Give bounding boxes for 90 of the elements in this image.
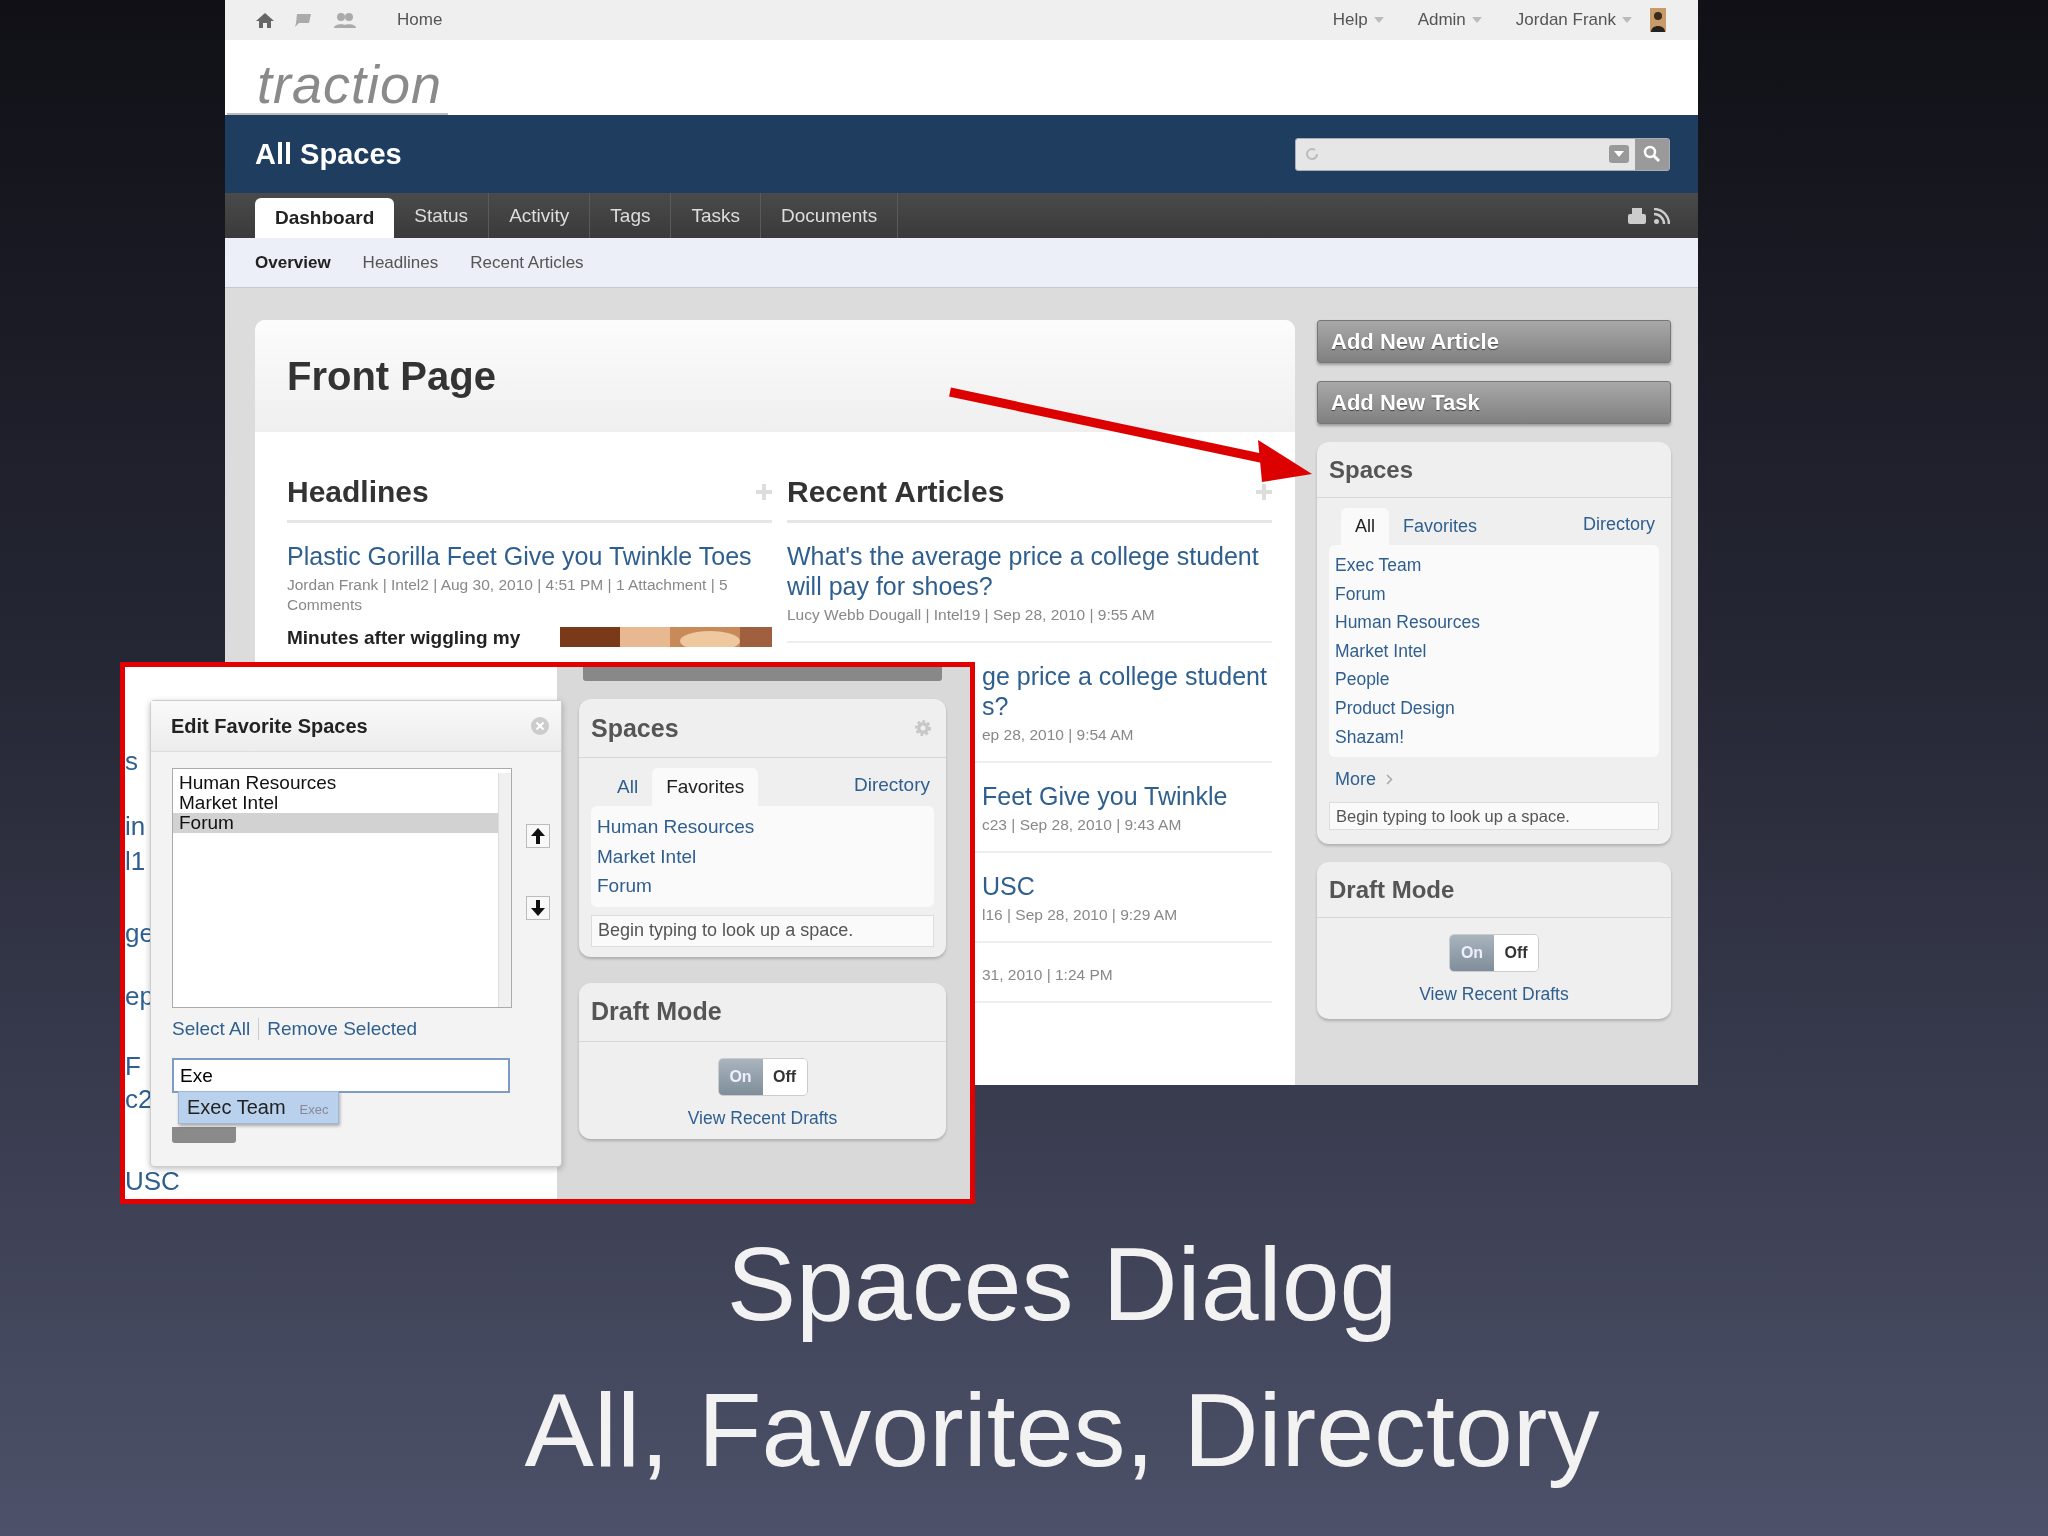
dialog-link[interactable]: Select All [172, 1018, 259, 1040]
search-field[interactable] [1295, 137, 1670, 171]
article-title[interactable]: ge price a college student s? [982, 661, 1272, 721]
panel-title: Spaces [591, 713, 679, 743]
space-lookup-field[interactable]: Begin typing to look up a space. [591, 914, 934, 947]
page-title: Front Page [287, 353, 496, 399]
article-title[interactable]: Plastic Gorilla Feet Give you Twinkle Toes [287, 541, 772, 571]
caret-icon [1373, 17, 1384, 23]
close-icon[interactable] [531, 717, 549, 735]
up-arrow-icon [531, 828, 545, 844]
recent-drafts-link[interactable]: View Recent Drafts [1419, 984, 1569, 1006]
spaces-tab[interactable]: All [603, 768, 653, 806]
article-title[interactable]: Feet Give you Twinkle [982, 781, 1272, 811]
page-fragment: l1 [125, 847, 146, 875]
subnav-link[interactable]: Recent Articles [470, 252, 584, 273]
space-link[interactable]: Shazam! [1335, 722, 1653, 752]
list-item[interactable]: Forum [173, 813, 498, 833]
settings-icon[interactable] [914, 719, 932, 737]
dialog-title: Edit Favorite Spaces [171, 714, 368, 738]
caret-icon [1471, 17, 1482, 23]
suggestion-label: Exec Team [187, 1096, 286, 1119]
dropdown-icon[interactable] [1609, 145, 1629, 163]
toggle-option[interactable]: Off [1494, 935, 1538, 972]
down-arrow-icon [531, 900, 545, 916]
article-meta: Lucy Webb Dougall | Intel19 | Sep 28, 2010 | 9:55 AM [787, 605, 1156, 625]
page-fragment: in [125, 812, 146, 840]
page-fragment: s [125, 747, 138, 775]
top-menu[interactable]: Admin [1417, 10, 1482, 30]
suggestion-hint: Exec [299, 1102, 329, 1117]
move-down-button[interactable] [526, 896, 550, 920]
recent-drafts-link[interactable]: View Recent Drafts [687, 1107, 838, 1129]
nav-tab[interactable]: Dashboard [255, 198, 395, 238]
directory-link[interactable]: Directory [1583, 514, 1655, 545]
panel-title: Spaces [1329, 455, 1414, 484]
list-item[interactable]: Human Resources [173, 773, 498, 793]
breadcrumb-link[interactable]: Home [397, 10, 443, 30]
avatar-icon[interactable] [1650, 8, 1666, 32]
search-button[interactable] [1635, 138, 1669, 170]
space-link[interactable]: Human Resources [1335, 608, 1653, 637]
home-icon[interactable] [255, 11, 275, 29]
space-link[interactable]: Market Intel [597, 841, 928, 871]
section-heading: Headlines [287, 474, 429, 510]
space-input-field[interactable]: Exe [172, 1058, 510, 1093]
directory-link[interactable]: Directory [854, 774, 930, 806]
search-icon [1643, 145, 1661, 163]
article-meta: ep 28, 2010 | 9:54 AM [982, 725, 1135, 745]
spaces-tab[interactable]: All [1341, 508, 1389, 545]
article-meta: 31, 2010 | 1:24 PM [982, 965, 1114, 985]
panel-title: Draft Mode [591, 997, 722, 1026]
caret-icon [1622, 17, 1632, 23]
spaces-tab[interactable]: Favorites [1389, 508, 1492, 545]
article-title[interactable]: What's the average price a college student will pay for shoes? [787, 541, 1272, 601]
print-icon[interactable] [1628, 207, 1646, 224]
chevron-icon [1386, 774, 1393, 786]
space-link[interactable]: Forum [1335, 579, 1653, 609]
article-title[interactable]: USC [982, 871, 1272, 901]
spaces-tab[interactable]: Favorites [652, 768, 759, 806]
space-link[interactable]: Market Intel [1335, 636, 1653, 666]
space-link[interactable]: Forum [597, 871, 928, 901]
article-meta: c23 | Sep 28, 2010 | 9:43 AM [982, 815, 1183, 835]
panel-title: Draft Mode [1329, 875, 1455, 904]
space-link[interactable]: People [1335, 665, 1653, 694]
page-fragment: USC [125, 1167, 180, 1195]
refresh-icon [1304, 146, 1320, 162]
article-meta: l16 | Sep 28, 2010 | 9:29 AM [982, 905, 1179, 925]
more-link[interactable]: More [1335, 769, 1653, 791]
page-fragment: F [125, 1052, 141, 1080]
slide-caption: All, Favorites, Directory [524, 1371, 1600, 1490]
space-link[interactable]: Product Design [1335, 693, 1653, 723]
dialog-link[interactable]: Remove Selected [258, 1018, 426, 1040]
scrollbar[interactable] [498, 773, 511, 1007]
rss-icon[interactable] [1654, 207, 1670, 224]
space-link[interactable]: Human Resources [597, 812, 928, 842]
slide-caption: Spaces Dialog [726, 1225, 1398, 1344]
article-excerpt: Minutes after wiggling my [287, 627, 521, 649]
subnav-link[interactable]: Headlines [362, 252, 439, 273]
space-link[interactable]: Exec Team [1335, 551, 1653, 580]
autocomplete-menu[interactable]: Exec Team Exec [178, 1091, 340, 1124]
top-menu[interactable]: Help [1332, 10, 1384, 30]
subnav-link[interactable]: Overview [255, 252, 331, 273]
list-item[interactable]: Market Intel [173, 793, 498, 813]
page-fragment: c2 [125, 1085, 153, 1113]
section-heading: Recent Articles [787, 474, 1005, 510]
people-icon[interactable] [333, 12, 357, 28]
top-menu[interactable]: Jordan Frank [1515, 10, 1632, 30]
space-lookup-field[interactable]: Begin typing to look up a space. [1329, 802, 1659, 831]
move-up-button[interactable] [526, 824, 550, 848]
article-meta: Jordan Frank | Intel2 | Aug 30, 2010 | 4:51 PM | 1 Attachment | 5 Comments [287, 575, 729, 615]
toggle-option[interactable]: Off [762, 1058, 807, 1095]
space-title: All Spaces [255, 137, 402, 171]
